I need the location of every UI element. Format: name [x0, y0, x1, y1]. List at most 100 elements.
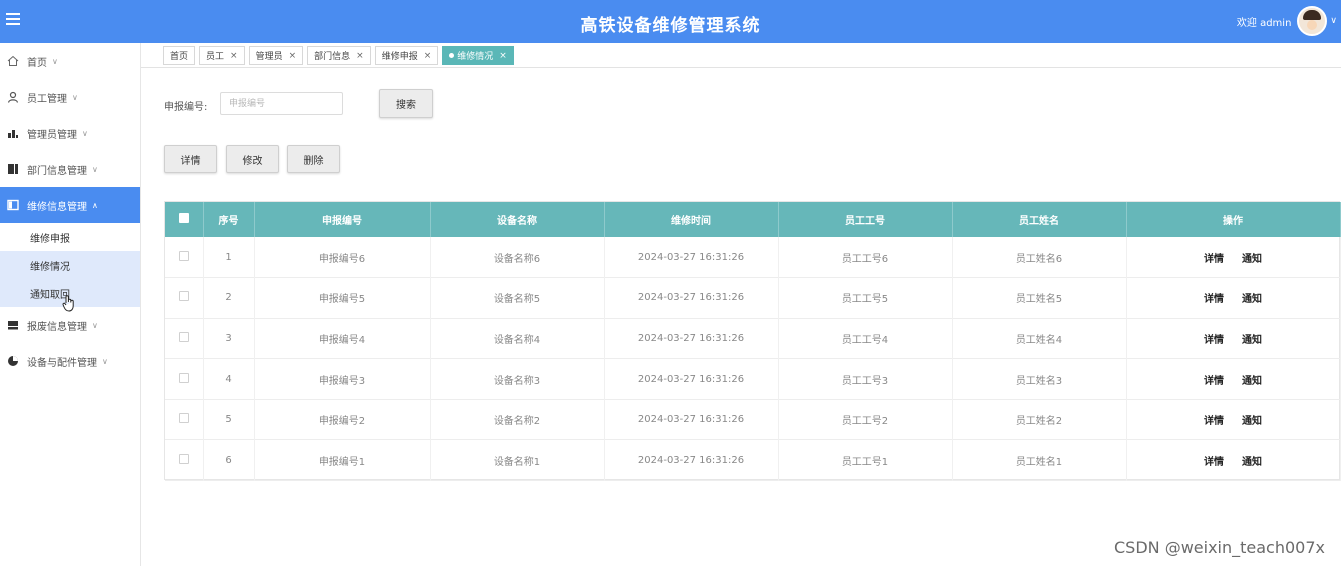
- device-cell: 设备名称4: [430, 318, 605, 359]
- panel-icon: [6, 199, 19, 212]
- sidebar-item-label: 部门信息管理: [27, 165, 87, 177]
- row-checkbox[interactable]: [178, 453, 189, 464]
- tab-employee[interactable]: 员工 ×: [199, 46, 245, 65]
- table-row[interactable]: 2 申报编号5 设备名称5 2024-03-27 16:31:26 员工工号5 员工姓名5…: [165, 277, 1341, 319]
- row-checkbox[interactable]: [178, 250, 189, 261]
- user-area[interactable]: 欢迎 admin ∨: [1237, 5, 1337, 37]
- avatar[interactable]: [1297, 6, 1328, 36]
- tab-home[interactable]: 首页: [163, 46, 196, 65]
- device-cell: 设备名称2: [430, 399, 605, 440]
- chevron-down-icon[interactable]: ∨: [1330, 16, 1337, 26]
- table-row[interactable]: 4 申报编号3 设备名称3 2024-03-27 16:31:26 员工工号3 员工姓名3…: [165, 358, 1341, 400]
- employee-name-cell: 员工姓名3: [952, 358, 1127, 400]
- operations-cell: 详情 通知: [1126, 277, 1341, 319]
- sidebar-item-label: 维修信息管理: [27, 201, 87, 213]
- employee-name-cell: 员工姓名2: [952, 399, 1127, 440]
- row-notify-link[interactable]: 通知: [1242, 335, 1262, 346]
- device-cell: 设备名称6: [430, 237, 605, 278]
- select-all-cell: [165, 202, 204, 237]
- column-header: 设备名称: [430, 202, 605, 237]
- row-checkbox[interactable]: [178, 331, 189, 342]
- column-header: 申报编号: [254, 202, 431, 237]
- chevron-up-icon: ∧: [92, 200, 98, 210]
- tab-department[interactable]: 部门信息 ×: [307, 46, 371, 65]
- chart-icon: [6, 127, 19, 140]
- close-icon[interactable]: ×: [230, 51, 238, 61]
- search-button[interactable]: 搜索: [379, 89, 433, 118]
- sidebar-item-admin[interactable]: 管理员管理 ∨: [0, 115, 140, 151]
- row-detail-link[interactable]: 详情: [1204, 294, 1224, 305]
- row-checkbox[interactable]: [178, 413, 189, 424]
- table-row[interactable]: 6 申报编号1 设备名称1 2024-03-27 16:31:26 员工工号1 员工姓名1…: [165, 439, 1341, 481]
- index-cell: 3: [203, 318, 255, 359]
- employee-name-cell: 员工姓名5: [952, 277, 1127, 319]
- detail-button[interactable]: 详情: [164, 145, 217, 173]
- employee-no-cell: 员工工号1: [778, 439, 953, 481]
- keyboard-icon: [6, 319, 19, 332]
- employee-no-cell: 员工工号3: [778, 358, 953, 400]
- submenu-item-repair-status[interactable]: 维修情况: [0, 251, 140, 279]
- sidebar-item-home[interactable]: 首页 ∨: [0, 43, 140, 79]
- row-notify-link[interactable]: 通知: [1242, 416, 1262, 427]
- close-icon[interactable]: ×: [289, 51, 297, 61]
- sidebar-item-department[interactable]: 部门信息管理 ∨: [0, 151, 140, 187]
- employee-name-cell: 员工姓名1: [952, 439, 1127, 481]
- code-cell: 申报编号1: [254, 439, 431, 481]
- sidebar-item-employee[interactable]: 员工管理 ∨: [0, 79, 140, 115]
- row-checkbox[interactable]: [178, 372, 189, 383]
- sidebar-item-equipment[interactable]: 设备与配件管理 ∨: [0, 343, 140, 379]
- tab-label: 部门信息: [314, 52, 351, 62]
- column-header: 序号: [203, 202, 255, 237]
- time-cell: 2024-03-27 16:31:26: [604, 318, 779, 359]
- select-all-checkbox[interactable]: [178, 213, 189, 223]
- row-notify-link[interactable]: 通知: [1242, 294, 1262, 305]
- submenu-item-repair-report[interactable]: 维修申报: [0, 223, 140, 251]
- operations-cell: 详情 通知: [1126, 439, 1341, 481]
- table-body: 1 申报编号6 设备名称6 2024-03-27 16:31:26 员工工号6 员工姓名6…: [165, 237, 1341, 481]
- row-checkbox[interactable]: [178, 291, 189, 302]
- table-row[interactable]: 5 申报编号2 设备名称2 2024-03-27 16:31:26 员工工号2 员工姓名2…: [165, 399, 1341, 440]
- device-cell: 设备名称1: [430, 439, 605, 481]
- row-detail-link[interactable]: 详情: [1204, 416, 1224, 427]
- chevron-down-icon: ∨: [52, 56, 58, 66]
- row-notify-link[interactable]: 通知: [1242, 457, 1262, 468]
- tab-repair-report[interactable]: 维修申报 ×: [374, 46, 439, 65]
- sidebar-item-repair[interactable]: 维修信息管理 ∧: [0, 187, 140, 223]
- edit-button[interactable]: 修改: [226, 145, 279, 173]
- table-row[interactable]: 1 申报编号6 设备名称6 2024-03-27 16:31:26 员工工号6 员工姓名6…: [165, 237, 1341, 278]
- employee-no-cell: 员工工号4: [778, 318, 953, 359]
- time-cell: 2024-03-27 16:31:26: [604, 439, 779, 481]
- sidebar-item-scrap[interactable]: 报废信息管理 ∨: [0, 307, 140, 343]
- row-detail-link[interactable]: 详情: [1204, 335, 1224, 346]
- sidebar-item-label: 员工管理: [27, 93, 67, 105]
- index-cell: 5: [203, 399, 255, 440]
- repair-submenu: 维修申报 维修情况 通知取回: [0, 223, 140, 312]
- submenu-label: 维修情况: [30, 261, 70, 273]
- tab-repair-status[interactable]: 维修情况 ×: [442, 46, 514, 65]
- tab-label: 维修申报: [381, 52, 418, 62]
- row-detail-link[interactable]: 详情: [1204, 254, 1224, 265]
- top-header: 高铁设备维修管理系统 欢迎 admin ∨: [0, 0, 1341, 43]
- column-header: 操作: [1126, 202, 1341, 237]
- close-icon[interactable]: ×: [499, 51, 507, 61]
- column-header: 维修时间: [604, 202, 779, 237]
- employee-name-cell: 员工姓名4: [952, 318, 1127, 359]
- row-detail-link[interactable]: 详情: [1204, 376, 1224, 387]
- table-row[interactable]: 3 申报编号4 设备名称4 2024-03-27 16:31:26 员工工号4 员工姓名4…: [165, 318, 1341, 359]
- close-icon[interactable]: ×: [356, 51, 364, 61]
- close-icon[interactable]: ×: [424, 51, 432, 61]
- row-notify-link[interactable]: 通知: [1242, 254, 1262, 265]
- delete-button[interactable]: 删除: [287, 145, 340, 173]
- code-cell: 申报编号3: [254, 358, 431, 400]
- code-cell: 申报编号5: [254, 277, 431, 319]
- index-cell: 4: [203, 358, 255, 400]
- chevron-down-icon: ∨: [82, 128, 88, 138]
- table-header-row: 序号 申报编号 设备名称 维修时间 员工工号 员工姓名 操作: [165, 202, 1341, 237]
- row-notify-link[interactable]: 通知: [1242, 376, 1262, 387]
- time-cell: 2024-03-27 16:31:26: [604, 277, 779, 319]
- search-input[interactable]: [220, 92, 343, 115]
- tab-admin[interactable]: 管理员 ×: [248, 46, 304, 65]
- employee-no-cell: 员工工号6: [778, 237, 953, 278]
- sidebar-item-label: 首页: [27, 57, 47, 69]
- row-detail-link[interactable]: 详情: [1204, 457, 1224, 468]
